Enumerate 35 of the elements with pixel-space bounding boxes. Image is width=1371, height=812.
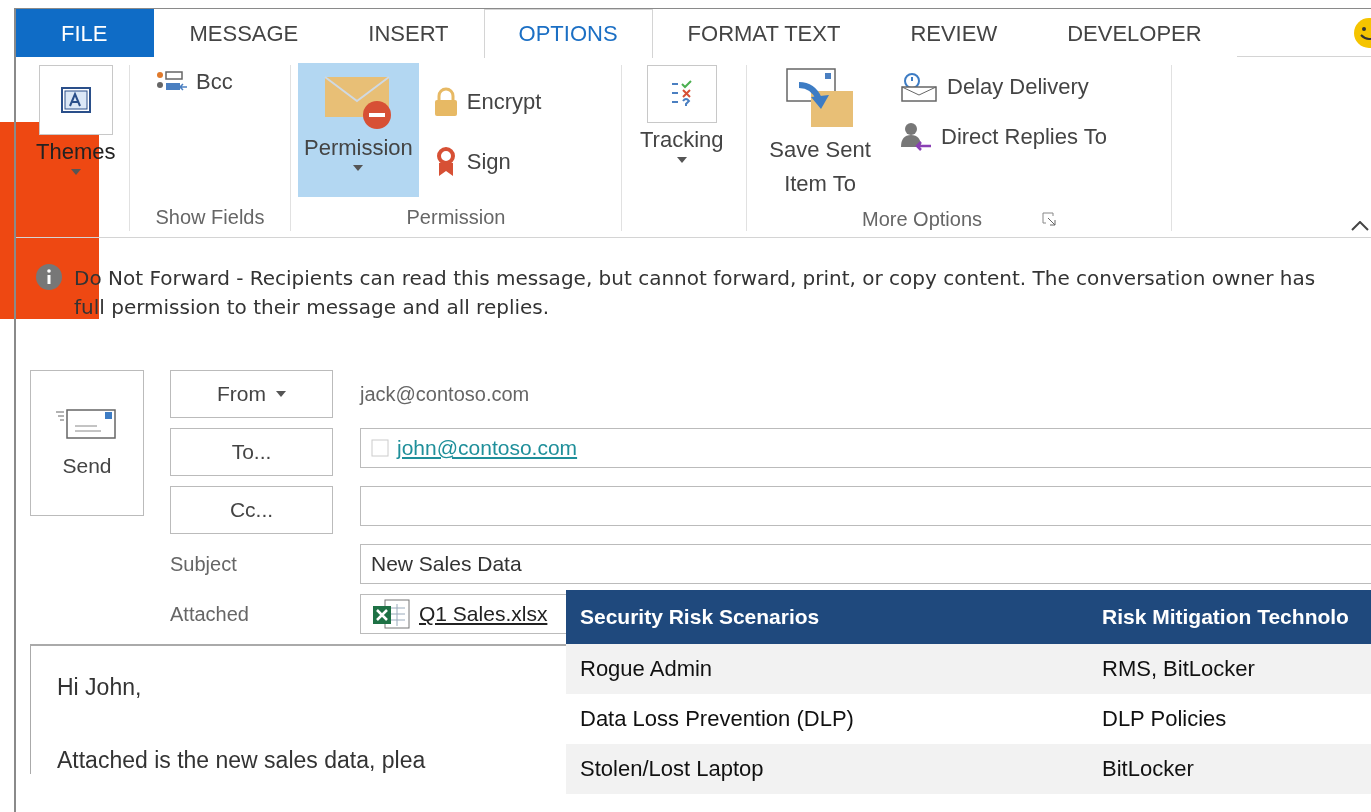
attached-label: Attached [170, 601, 250, 627]
encrypt-button[interactable]: Encrypt [428, 83, 546, 121]
table-cell-text: Stolen/Lost Laptop [579, 756, 765, 782]
save-sent-item-button[interactable]: Save Sent Item To [755, 65, 885, 205]
tracking-button[interactable]: Tracking [634, 65, 730, 203]
attachment-link[interactable]: Q1 Sales.xlsx [419, 602, 548, 626]
table-cell-text: DLP Policies [1101, 706, 1228, 732]
ribbon-tab[interactable]: FILE [16, 9, 155, 57]
direct-replies-button[interactable]: Direct Replies To [895, 117, 1111, 157]
table-cell-text: BitLocker [1101, 756, 1195, 782]
sign-button[interactable]: Sign [428, 143, 546, 181]
attachment-field[interactable]: Q1 Sales.xlsx [360, 594, 566, 634]
message-text: Hi John, [57, 674, 142, 701]
table-cell-text: Data Loss Prevention (DLP) [579, 706, 855, 732]
group-label: Show Fields [155, 205, 265, 230]
table-cell-text: Rogue Admin [579, 656, 714, 682]
group-label: More Options [861, 207, 983, 232]
ribbon-tab[interactable]: OPTIONS [483, 9, 653, 58]
to-button[interactable]: To... [170, 428, 333, 476]
subject-field[interactable]: New Sales Data [360, 544, 1371, 584]
send-button[interactable]: Send [30, 370, 144, 516]
cc-button[interactable]: Cc... [170, 486, 333, 534]
table-cell-text: RMS, BitLocker [1101, 656, 1256, 682]
group-label: Permission [406, 205, 506, 230]
column-header: Security Risk Scenarios [579, 605, 821, 629]
sender-address: jack@contoso.com [360, 381, 531, 407]
to-field[interactable]: john@contoso.com [360, 428, 1371, 468]
delay-delivery-button[interactable]: Delay Delivery [895, 67, 1111, 107]
recipient-link[interactable]: john@contoso.com [397, 436, 578, 460]
from-button[interactable]: From [170, 370, 333, 418]
message-text: Attached is the new sales data, plea [57, 747, 426, 774]
subject-label: Subject [170, 551, 238, 577]
permission-button[interactable]: Permission [298, 63, 419, 197]
column-header: Risk Mitigation Technolo [1101, 605, 1350, 629]
bcc-button[interactable]: Bcc [152, 65, 237, 99]
